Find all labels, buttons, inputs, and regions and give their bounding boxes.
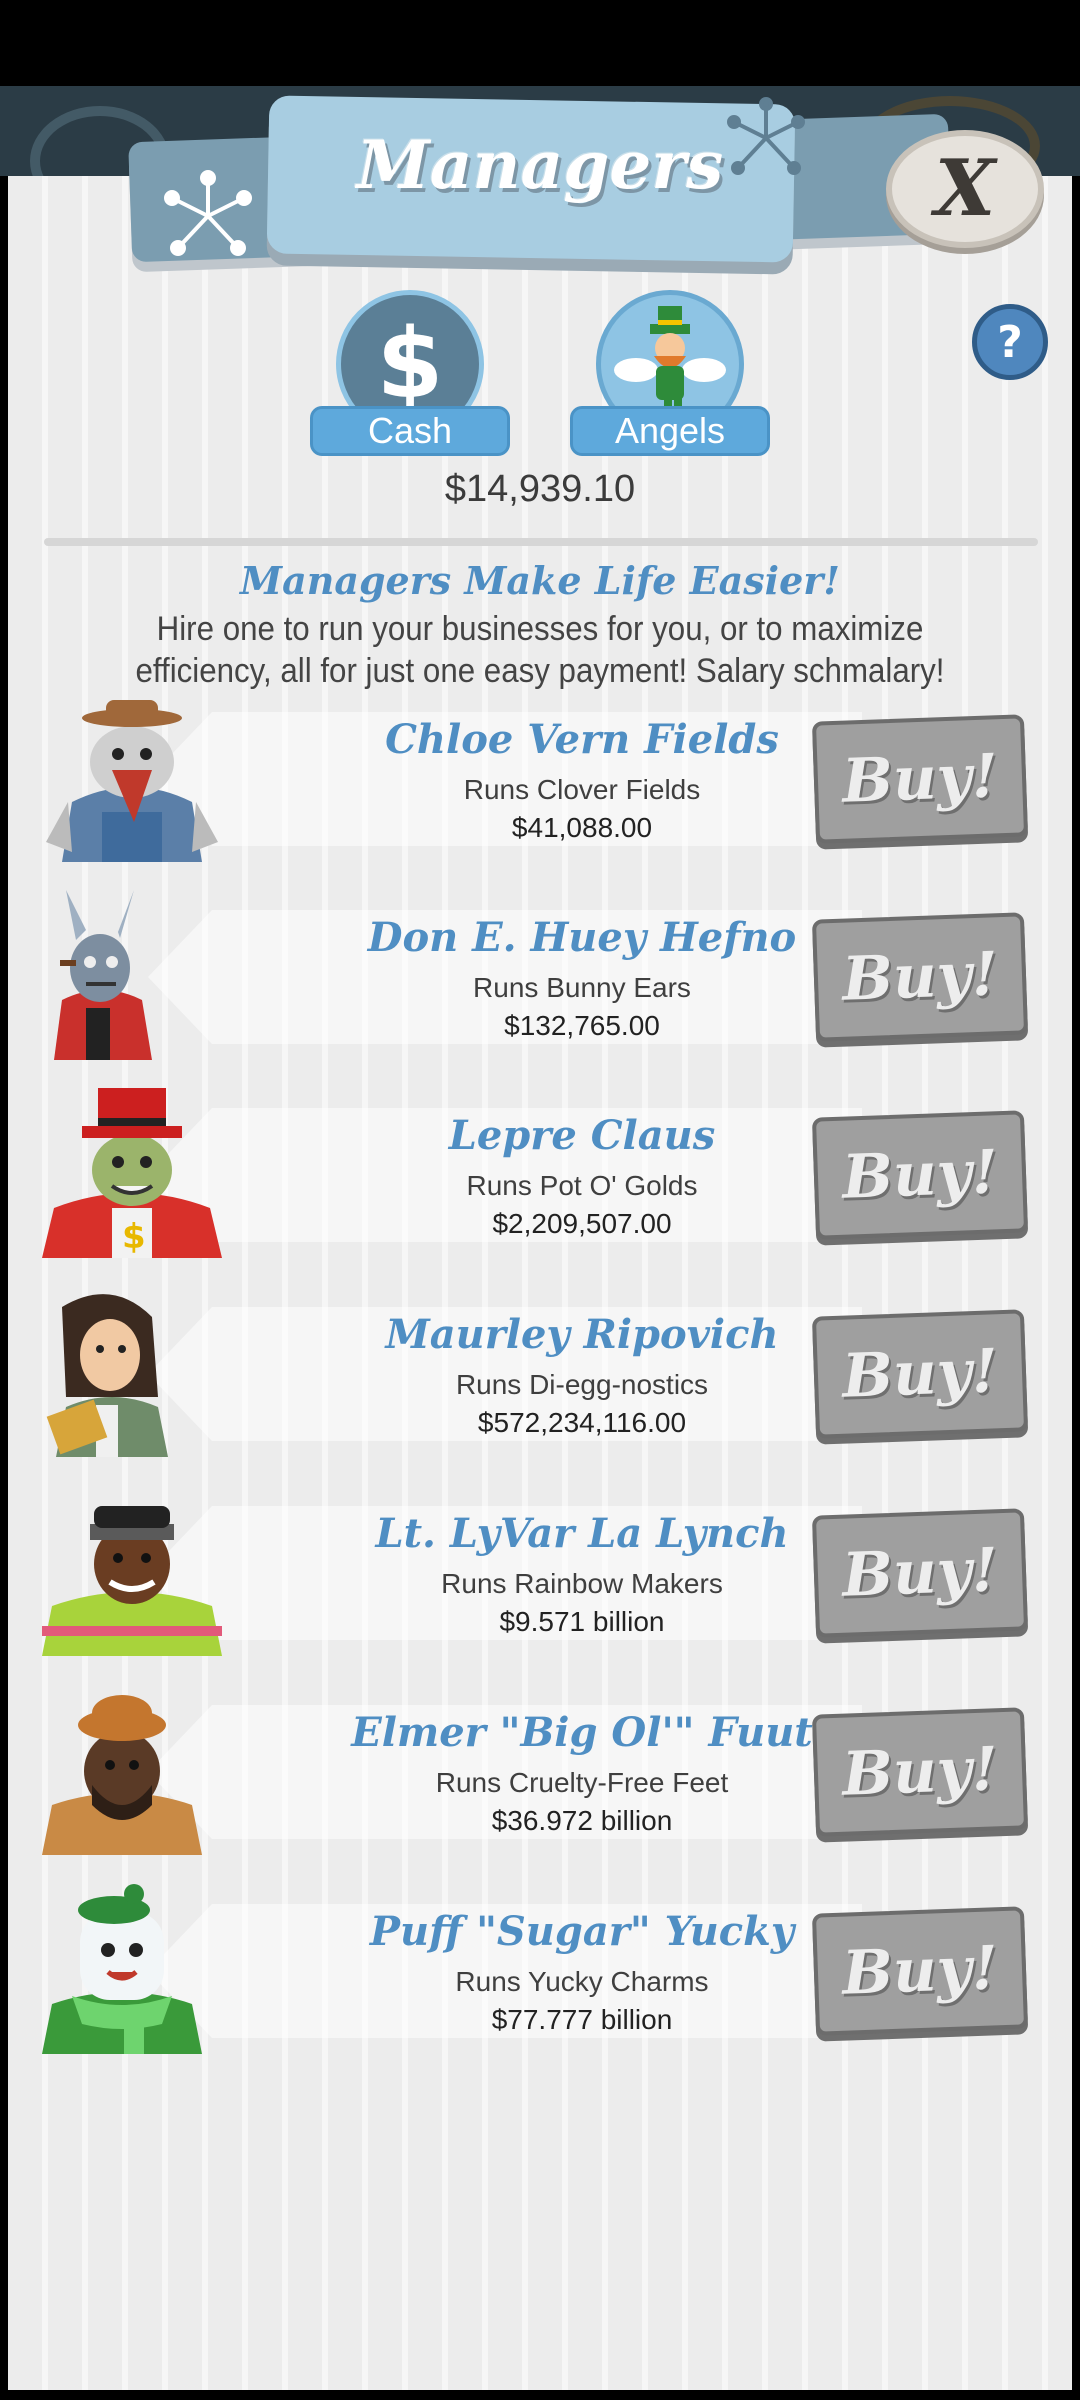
cash-tab[interactable]: $ Cash xyxy=(310,290,510,456)
manager-portrait-icon xyxy=(54,890,152,1060)
intro-text: Hire one to run your businesses for you,… xyxy=(135,610,945,690)
buy-button-label: Buy! xyxy=(841,1137,999,1213)
angels-tab[interactable]: Angels xyxy=(570,290,770,456)
buy-button[interactable]: Buy! xyxy=(811,1110,1029,1240)
buy-button-label: Buy! xyxy=(841,1535,999,1611)
intro-headline: Managers Make Life Easier! xyxy=(240,558,840,603)
page-title: Managers xyxy=(356,126,724,204)
help-button[interactable]: ? xyxy=(972,304,1048,380)
manager-portrait-icon xyxy=(42,1506,222,1656)
manager-row: Puff "Sugar" Yucky Runs Yucky Charms $77… xyxy=(42,1884,1042,2054)
cash-amount: $14,939.10 xyxy=(444,468,636,510)
buy-button-label: Buy! xyxy=(841,741,999,817)
manager-row: Chloe Vern Fields Runs Clover Fields $41… xyxy=(42,692,1042,862)
buy-button[interactable]: Buy! xyxy=(811,1309,1029,1439)
buy-button[interactable]: Buy! xyxy=(811,1508,1029,1638)
dollar-icon: $ xyxy=(376,308,444,420)
manager-row: Elmer "Big Ol'" Fuut Runs Cruelty-Free F… xyxy=(42,1685,1042,1855)
buy-button[interactable]: Buy! xyxy=(811,912,1029,1042)
buy-button-label: Buy! xyxy=(841,939,999,1015)
manager-row: Maurley Ripovich Runs Di-egg-nostics $57… xyxy=(42,1287,1042,1457)
buy-button-label: Buy! xyxy=(841,1336,999,1412)
help-icon: ? xyxy=(997,316,1023,368)
manager-portrait-icon: $ xyxy=(42,1088,222,1258)
manager-portrait-icon xyxy=(46,700,218,862)
divider xyxy=(44,538,1038,546)
angels-tab-label: Angels xyxy=(570,406,770,456)
buy-button[interactable]: Buy! xyxy=(811,1906,1029,2036)
buy-button[interactable]: Buy! xyxy=(811,714,1029,844)
manager-row: Don E. Huey Hefno Runs Bunny Ears $132,7… xyxy=(42,890,1042,1060)
manager-row: Lt. LyVar La Lynch Runs Rainbow Makers $… xyxy=(42,1486,1042,1656)
manager-portrait-icon xyxy=(42,1884,202,2054)
close-button[interactable]: X xyxy=(886,130,1044,248)
close-icon: X xyxy=(934,143,996,234)
manager-row: $ Lepre Claus Runs Pot O' Golds $2,209,5… xyxy=(42,1088,1042,1258)
buy-button[interactable]: Buy! xyxy=(811,1707,1029,1837)
manager-portrait-icon xyxy=(46,1294,168,1457)
manager-portrait-icon xyxy=(42,1695,202,1855)
status-bar xyxy=(0,0,1080,86)
buy-button-label: Buy! xyxy=(841,1933,999,2009)
cash-tab-label: Cash xyxy=(310,406,510,456)
sparkle-left-icon xyxy=(164,170,252,256)
svg-text:$: $ xyxy=(122,1217,146,1257)
buy-button-label: Buy! xyxy=(841,1734,999,1810)
